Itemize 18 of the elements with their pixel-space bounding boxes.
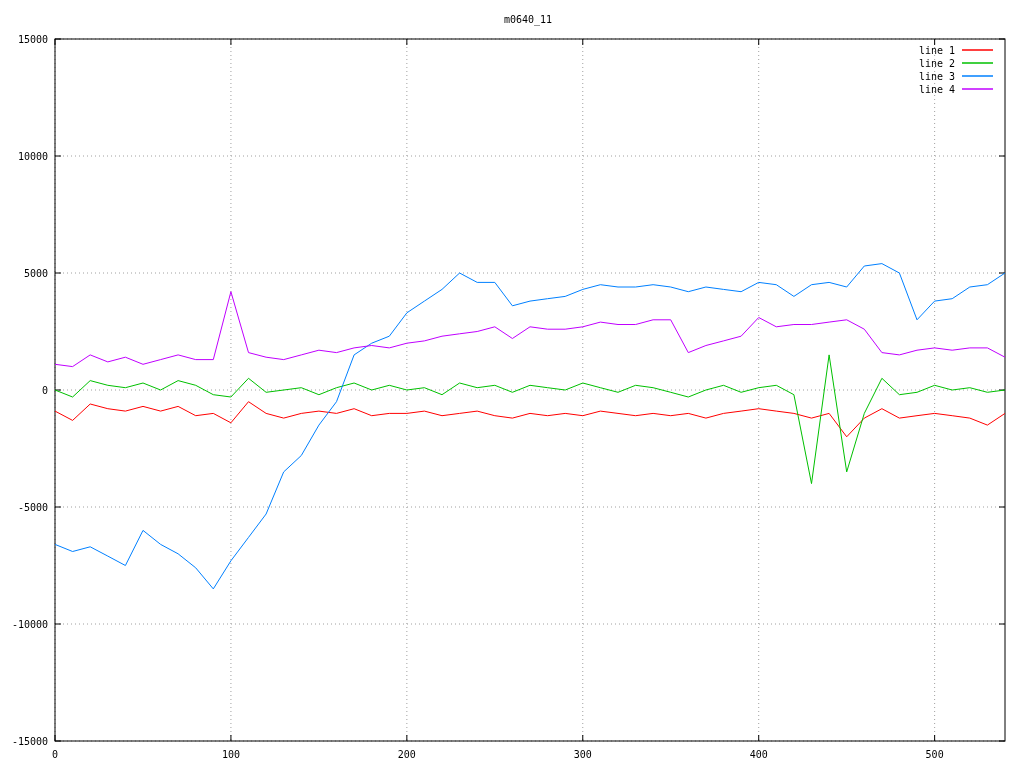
y-tick-label: -10000 (11, 619, 48, 630)
legend-label: line 3 (918, 71, 955, 82)
x-tick-label: 300 (573, 749, 592, 760)
y-tick-label: -5000 (17, 502, 48, 513)
y-tick-label: -15000 (11, 736, 48, 747)
y-tick-label: 5000 (23, 268, 48, 279)
legend-label: line 2 (918, 58, 955, 69)
legend-label: line 4 (918, 84, 955, 95)
y-tick-label: 15000 (17, 34, 48, 45)
x-tick-label: 500 (925, 749, 944, 760)
x-tick-label: 100 (221, 749, 240, 760)
x-tick-label: 0 (52, 749, 58, 760)
y-tick-label: 10000 (17, 151, 48, 162)
x-tick-label: 400 (749, 749, 768, 760)
chart-title: m0640_11 (503, 14, 553, 25)
y-tick-label: 0 (41, 385, 48, 396)
legend-label: line 1 (918, 45, 955, 56)
x-tick-label: 200 (397, 749, 416, 760)
